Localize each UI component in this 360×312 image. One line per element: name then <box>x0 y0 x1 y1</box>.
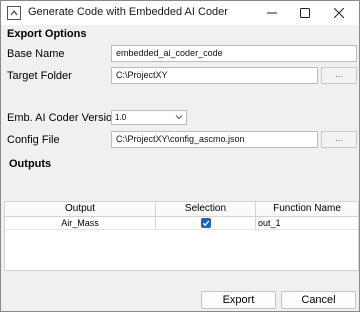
close-button[interactable] <box>324 1 354 25</box>
coder-version-select[interactable]: 1.0 <box>111 110 187 125</box>
config-file-label: Config File <box>7 134 60 146</box>
checkmark-icon <box>202 220 209 227</box>
app-icon <box>7 6 21 20</box>
coder-version-label: Emb. AI Coder Version <box>7 112 119 124</box>
column-header-function-name[interactable]: Function Name <box>256 202 358 216</box>
dialog-window: Generate Code with Embedded AI Coder Exp… <box>0 0 360 312</box>
window-title: Generate Code with Embedded AI Coder <box>28 6 228 18</box>
target-folder-browse-button[interactable]: ... <box>321 67 357 84</box>
base-name-label: Base Name <box>7 48 65 60</box>
function-name-cell[interactable]: out_1 <box>256 217 358 229</box>
selection-cell <box>156 217 256 229</box>
minimize-button[interactable] <box>257 1 287 25</box>
minimize-icon <box>267 12 277 14</box>
outputs-table-header: Output Selection Function Name <box>5 202 358 217</box>
output-cell: Air_Mass <box>5 217 156 229</box>
target-folder-input[interactable]: C:\ProjectXY <box>111 67 318 84</box>
chevron-down-icon <box>175 115 183 120</box>
coder-version-value: 1.0 <box>115 113 127 122</box>
cancel-button[interactable]: Cancel <box>281 291 356 309</box>
column-header-output[interactable]: Output <box>5 202 156 216</box>
column-header-selection[interactable]: Selection <box>156 202 256 216</box>
maximize-button[interactable] <box>290 1 320 25</box>
config-file-input[interactable]: C:\ProjectXY\config_ascmo.json <box>111 131 318 148</box>
outputs-heading: Outputs <box>9 158 52 170</box>
base-name-input[interactable]: embedded_ai_coder_code <box>111 45 357 62</box>
selection-checkbox[interactable] <box>200 218 211 228</box>
target-folder-label: Target Folder <box>7 70 72 82</box>
close-icon <box>334 8 344 18</box>
export-button[interactable]: Export <box>201 291 276 309</box>
outputs-table: Output Selection Function Name Air_Mass … <box>4 201 359 271</box>
config-file-browse-button[interactable]: ... <box>321 131 357 148</box>
export-options-heading: Export Options <box>7 28 87 40</box>
title-bar: Generate Code with Embedded AI Coder <box>1 1 359 25</box>
maximize-icon <box>300 8 310 18</box>
table-row[interactable]: Air_Mass out_1 <box>5 217 358 230</box>
